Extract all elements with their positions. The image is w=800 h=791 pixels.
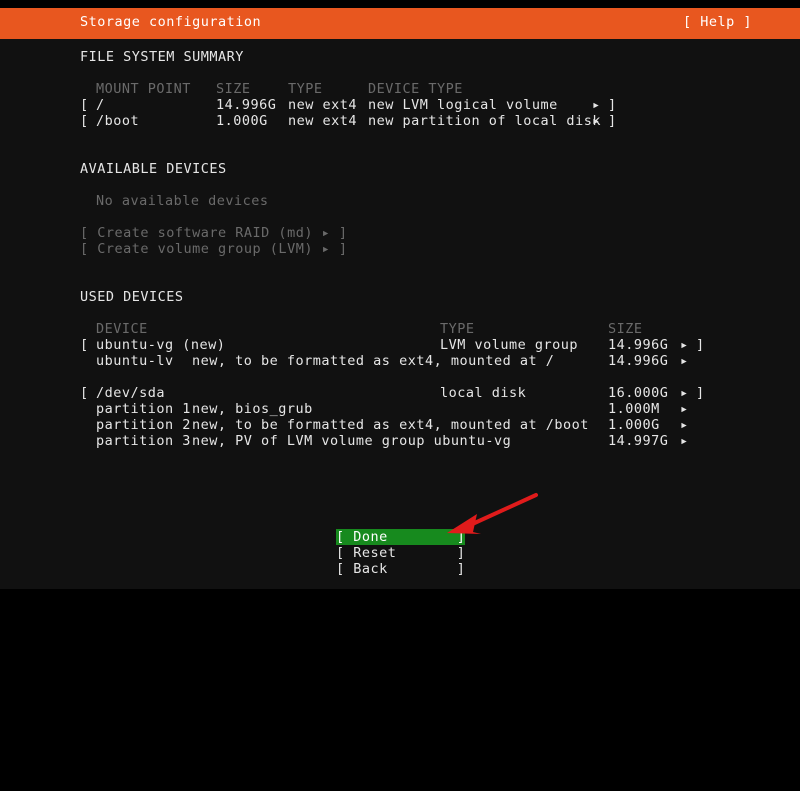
expand-arrow-icon[interactable]: ▸ (680, 401, 689, 417)
title-bar: Storage configuration [ Help ] (0, 8, 800, 39)
child-device-name: partition 3 (96, 433, 191, 449)
used-device-child-row-ubuntu-lv[interactable]: ubuntu-lv new, to be formatted as ext4, … (0, 353, 800, 369)
type-value: new ext4 (288, 113, 358, 129)
child-device-size: 1.000M (608, 401, 660, 417)
column-header-type: TYPE (288, 81, 323, 97)
mount-point-value: / (96, 97, 105, 113)
device-type-value: new LVM logical volume (368, 97, 558, 113)
used-devices-heading: USED DEVICES (80, 289, 184, 305)
column-header-type: TYPE (440, 321, 475, 337)
help-button[interactable]: [ Help ] (683, 14, 752, 30)
content-area: FILE SYSTEM SUMMARY MOUNT POINT SIZE TYP… (0, 39, 800, 791)
column-header-device-type: DEVICE TYPE (368, 81, 463, 97)
column-header-size: SIZE (608, 321, 643, 337)
child-device-name: partition 2 (96, 417, 191, 433)
device-type: LVM volume group (440, 337, 579, 353)
used-device-row-dev-sda[interactable]: [ /dev/sda local disk 16.000G ▸ ] (0, 385, 800, 401)
filesystem-summary-column-headers: MOUNT POINT SIZE TYPE DEVICE TYPE (0, 81, 800, 97)
device-type: local disk (440, 385, 527, 401)
expand-arrow-icon[interactable]: ▸ (680, 337, 689, 353)
child-device-name: partition 1 (96, 401, 191, 417)
expand-arrow-icon[interactable]: ▸ (680, 353, 689, 369)
used-device-child-row-partition-2[interactable]: partition 2 new, to be formatted as ext4… (0, 417, 800, 433)
back-button[interactable]: [ Back ] (336, 561, 465, 577)
row-open-bracket: [ (80, 97, 89, 113)
child-device-detail: new, bios_grub (192, 401, 313, 417)
child-device-detail: new, to be formatted as ext4, mounted at… (192, 417, 589, 433)
device-name: /dev/sda (96, 385, 166, 401)
available-devices-heading-row: AVAILABLE DEVICES (0, 161, 800, 177)
used-device-row-ubuntu-vg[interactable]: [ ubuntu-vg (new) LVM volume group 14.99… (0, 337, 800, 353)
column-header-device: DEVICE (96, 321, 148, 337)
available-devices-empty-row: No available devices (0, 193, 800, 209)
child-device-name: ubuntu-lv (96, 353, 174, 369)
child-device-detail: new, to be formatted as ext4, mounted at… (192, 353, 555, 369)
row-close-bracket: ] (608, 113, 617, 129)
expand-arrow-icon[interactable]: ▸ (680, 433, 689, 449)
row-open-bracket: [ (80, 337, 89, 353)
column-header-mount-point: MOUNT POINT (96, 81, 191, 97)
filesystem-row-root[interactable]: [ / 14.996G new ext4 new LVM logical vol… (0, 97, 800, 113)
done-button[interactable]: [ Done ] (336, 529, 466, 545)
used-devices-column-headers: DEVICE TYPE SIZE (0, 321, 800, 337)
row-close-bracket: ] (696, 337, 705, 353)
expand-arrow-icon[interactable]: ▸ (680, 417, 689, 433)
row-close-bracket: ] (696, 385, 705, 401)
child-device-size: 14.997G (608, 433, 669, 449)
filesystem-summary-heading: FILE SYSTEM SUMMARY (80, 49, 244, 65)
row-open-bracket: [ (80, 385, 89, 401)
size-value: 1.000G (216, 113, 268, 129)
available-devices-empty-message: No available devices (96, 193, 269, 209)
mount-point-value: /boot (96, 113, 140, 129)
create-lvm-row[interactable]: [ Create volume group (LVM) ▸ ] (0, 241, 800, 257)
filesystem-row-boot[interactable]: [ /boot 1.000G new ext4 new partition of… (0, 113, 800, 129)
device-name: ubuntu-vg (new) (96, 337, 226, 353)
installer-screen: Storage configuration [ Help ] FILE SYST… (0, 0, 800, 600)
type-value: new ext4 (288, 97, 358, 113)
create-software-raid-button[interactable]: [ Create software RAID (md) ▸ ] (80, 225, 347, 241)
size-value: 14.996G (216, 97, 277, 113)
device-size: 14.996G (608, 337, 669, 353)
child-device-size: 1.000G (608, 417, 660, 433)
create-volume-group-button[interactable]: [ Create volume group (LVM) ▸ ] (80, 241, 347, 257)
filesystem-summary-heading-row: FILE SYSTEM SUMMARY (0, 49, 800, 65)
create-raid-row[interactable]: [ Create software RAID (md) ▸ ] (0, 225, 800, 241)
expand-arrow-icon[interactable]: ▸ (592, 97, 601, 113)
child-device-detail: new, PV of LVM volume group ubuntu-vg (192, 433, 512, 449)
available-devices-heading: AVAILABLE DEVICES (80, 161, 227, 177)
device-type-value: new partition of local disk (368, 113, 601, 129)
used-devices-heading-row: USED DEVICES (0, 289, 800, 305)
page-title: Storage configuration (80, 14, 262, 30)
expand-arrow-icon[interactable]: ▸ (592, 113, 601, 129)
column-header-size: SIZE (216, 81, 251, 97)
expand-arrow-icon[interactable]: ▸ (680, 385, 689, 401)
row-open-bracket: [ (80, 113, 89, 129)
row-close-bracket: ] (608, 97, 617, 113)
reset-button[interactable]: [ Reset ] (336, 545, 465, 561)
device-size: 16.000G (608, 385, 669, 401)
used-device-child-row-partition-1[interactable]: partition 1 new, bios_grub 1.000M ▸ (0, 401, 800, 417)
child-device-size: 14.996G (608, 353, 669, 369)
used-device-child-row-partition-3[interactable]: partition 3 new, PV of LVM volume group … (0, 433, 800, 449)
